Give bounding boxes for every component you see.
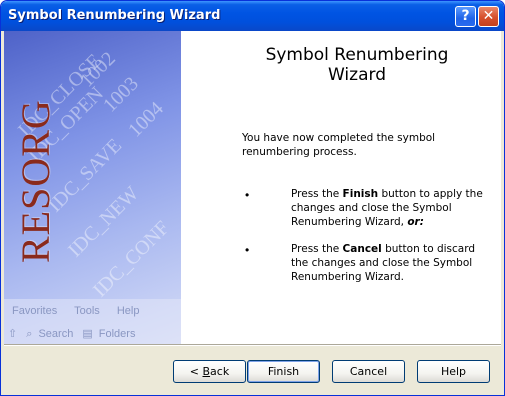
back-label: ack [210,365,230,378]
resorg-logo: RESORG [13,99,58,263]
bullet-icon: • [245,243,250,257]
decor-menu: Favorites Tools Help [12,305,153,317]
window-title: Symbol Renumbering Wizard [8,8,221,23]
decor-folders-label: Folders [98,328,136,340]
decor-menu-item: Favorites [12,305,58,317]
help-icon[interactable]: ? [455,6,476,27]
decor-menu-item: Tools [74,305,100,317]
instruction-bold: Cancel [342,243,382,255]
wizard-sidebar-image: IDC_OPEN IDC_CLOSE IDC_SAVE IDC_NEW IDC_… [4,31,181,344]
back-mnemonic: B [202,365,211,378]
wizard-body: IDC_OPEN IDC_CLOSE IDC_SAVE IDC_NEW IDC_… [4,31,501,344]
button-separator [4,344,501,346]
up-folder-icon: ⇧ [8,328,18,340]
watermark-text: 1004 [124,97,168,142]
cancel-button[interactable]: Cancel [332,360,405,383]
bullet-icon: • [245,188,250,202]
instruction-text: Press the [291,243,343,255]
completion-message: You have now completed the symbol renumb… [242,132,436,158]
sidebar-decor-toolbar: Favorites Tools Help ⇧ ⌕ Search ▤ Folders [4,299,181,344]
watermark-text: 1003 [99,72,143,117]
title-bar[interactable]: Symbol Renumbering Wizard ? ✕ [1,1,504,31]
cancel-instruction: Press the Cancel button to discard the c… [291,242,486,284]
instruction-or: or: [407,216,424,228]
folders-icon: ▤ [82,328,93,340]
back-button[interactable]: < Back [173,360,246,383]
instruction-text: Press the [291,188,343,200]
instruction-bold: Finish [342,188,379,200]
decor-menu-item: Help [116,305,140,317]
decor-toolbar-items: ⇧ ⌕ Search ▤ Folders [8,327,141,341]
back-prefix: < [189,365,203,378]
page-title: Symbol Renumbering Wizard [265,45,449,85]
decor-search-label: Search [38,328,74,340]
finish-instruction: Press the Finish button to apply the cha… [291,187,486,229]
help-button[interactable]: Help [417,360,490,383]
close-icon[interactable]: ✕ [478,6,499,27]
wizard-window: Symbol Renumbering Wizard ? ✕ IDC_OPEN I… [0,0,505,396]
finish-button[interactable]: Finish [247,360,320,383]
search-icon: ⌕ [26,328,33,340]
